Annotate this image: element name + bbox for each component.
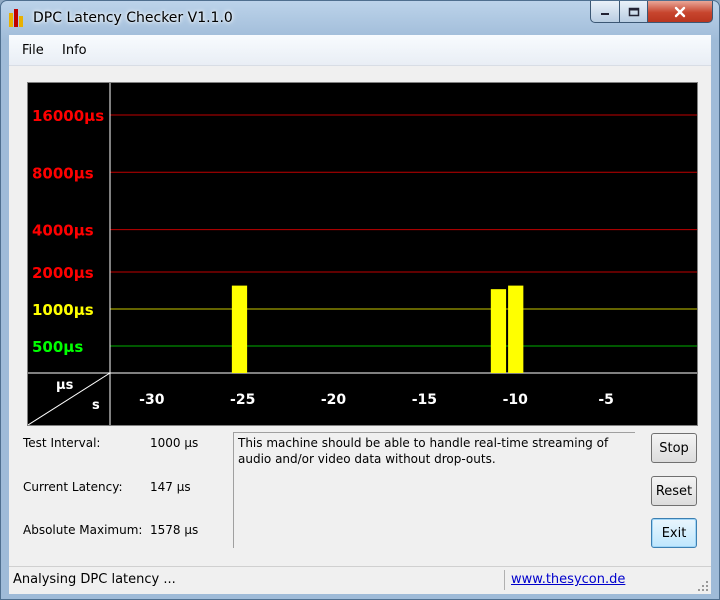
y-tick-label: 16000µs [32, 107, 104, 125]
status-separator [504, 570, 505, 590]
window-title: DPC Latency Checker V1.1.0 [33, 10, 233, 26]
maximize-icon [628, 7, 639, 16]
y-tick-label: 8000µs [32, 164, 94, 182]
x-tick-label: -30 [139, 392, 165, 408]
menu-bar: File Info [9, 35, 711, 66]
y-unit-label: µs [56, 378, 74, 393]
latency-bar [231, 285, 248, 373]
x-tick-label: -20 [321, 392, 347, 408]
reset-button[interactable]: Reset [651, 476, 697, 506]
x-tick-label: -10 [503, 392, 529, 408]
absolute-maximum-label: Absolute Maximum: [23, 523, 143, 537]
latency-bar [508, 285, 524, 373]
app-icon[interactable] [9, 9, 25, 27]
status-text: Analysing DPC latency ... [13, 572, 176, 587]
test-interval-label: Test Interval: [23, 436, 101, 450]
close-icon [674, 6, 686, 17]
app-window: DPC Latency Checker V1.1.0 File Info 160… [0, 0, 720, 600]
latency-bar [490, 289, 507, 373]
x-tick-label: -5 [598, 392, 614, 408]
stop-button[interactable]: Stop [651, 433, 697, 463]
current-latency-value: 147 µs [150, 480, 191, 494]
close-button[interactable] [647, 1, 713, 23]
maximize-button[interactable] [619, 1, 648, 23]
current-latency-label: Current Latency: [23, 480, 123, 494]
client-area: File Info 16000µs 8000µs 4000µs 2000µs 1000µ… [9, 35, 711, 594]
title-bar[interactable]: DPC Latency Checker V1.1.0 [1, 1, 719, 35]
x-tick-label: -15 [412, 392, 437, 408]
y-tick-label: 4000µs [32, 222, 94, 240]
x-tick-label: -25 [230, 392, 255, 408]
exit-button[interactable]: Exit [651, 518, 697, 548]
menu-file[interactable]: File [22, 43, 44, 58]
status-bar: Analysing DPC latency ... www.thesycon.d… [9, 566, 711, 594]
y-tick-label: 2000µs [32, 264, 94, 282]
resize-grip-icon[interactable] [697, 580, 709, 592]
test-interval-value: 1000 µs [150, 436, 199, 450]
latency-graph: 16000µs 8000µs 4000µs 2000µs 1000µs 500µs µs s -… [27, 82, 698, 426]
menu-info[interactable]: Info [62, 43, 87, 58]
y-tick-label: 500µs [32, 338, 83, 356]
x-unit-label: s [92, 398, 100, 413]
minimize-button[interactable] [590, 1, 620, 23]
latency-chart: 16000µs 8000µs 4000µs 2000µs 1000µs 500µs µs s -… [28, 83, 697, 425]
absolute-maximum-value: 1578 µs [150, 523, 199, 537]
y-tick-label: 1000µs [32, 301, 94, 319]
status-message: This machine should be able to handle re… [233, 432, 635, 548]
website-link[interactable]: www.thesycon.de [511, 572, 625, 587]
minimize-icon [601, 12, 609, 15]
